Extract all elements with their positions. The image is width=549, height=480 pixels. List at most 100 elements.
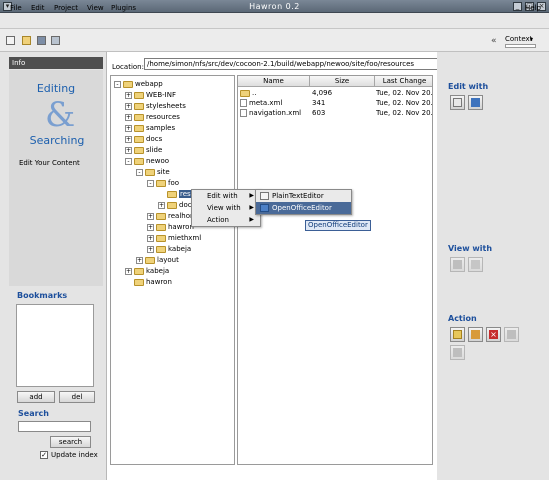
file-row[interactable]: navigation.xml 603 Tue, 02. Nov 20... (238, 109, 432, 119)
folder-icon (134, 124, 144, 132)
file-name: .. (252, 89, 257, 97)
tree-node-label: site (157, 168, 170, 176)
column-header-name[interactable]: Name (238, 76, 310, 87)
collapse-icon[interactable]: - (125, 157, 132, 165)
expand-icon[interactable]: + (136, 256, 143, 264)
tree-node[interactable]: + layout (114, 256, 234, 267)
expand-icon[interactable]: + (147, 212, 154, 220)
minimize-button[interactable]: _ (513, 2, 522, 11)
tree-node[interactable]: - webapp (114, 80, 234, 91)
folder-tree[interactable]: - webapp + WEB-INF + stylesheets + resources + sa… (110, 75, 235, 465)
tree-node[interactable]: hawron (114, 278, 234, 289)
tree-node-label: stylesheets (146, 102, 186, 110)
update-index-checkbox[interactable]: ✓ (40, 451, 48, 459)
action-button-4[interactable] (504, 327, 519, 342)
context-menu: Edit with ▶ View with ▶ Action ▶ (191, 189, 261, 227)
new-file-icon[interactable] (6, 36, 15, 45)
context-back-icon[interactable]: « (491, 36, 497, 46)
tree-node[interactable]: + WEB-INF (114, 91, 234, 102)
submenu-plain-text-editor[interactable]: PlainTextEditor (256, 190, 351, 202)
folder-icon (134, 135, 144, 143)
tree-node[interactable]: + stylesheets (114, 102, 234, 113)
edit-pencil-icon (453, 98, 462, 107)
context-view-with[interactable]: View with ▶ (192, 202, 260, 214)
logo-ampersand: & (45, 95, 76, 135)
expand-icon[interactable]: + (147, 245, 154, 253)
expand-icon[interactable]: + (125, 146, 132, 154)
menu-edit[interactable]: Edit (30, 3, 46, 14)
search-input[interactable] (18, 421, 91, 432)
delete-action-button[interactable]: × (486, 327, 501, 342)
folder-icon (134, 91, 144, 99)
file-size: 603 (312, 109, 326, 117)
tree-node[interactable]: + docs (114, 135, 234, 146)
file-row[interactable]: meta.xml 341 Tue, 02. Nov 20... (238, 99, 433, 109)
tools-icon (453, 348, 462, 357)
action-button-5[interactable] (450, 345, 465, 360)
folder-icon (167, 201, 177, 209)
edit-text-button[interactable] (450, 95, 465, 110)
expand-icon[interactable]: + (125, 267, 132, 275)
expand-icon[interactable]: + (125, 124, 132, 132)
info-header: Info (9, 57, 103, 69)
file-row[interactable]: .. 4,096 Tue, 02. Nov 20... (238, 89, 433, 99)
column-header-size[interactable]: Size (310, 76, 375, 87)
expand-icon[interactable]: + (125, 113, 132, 121)
delete-bookmark-button[interactable]: del (59, 391, 95, 403)
open-folder-icon[interactable] (22, 36, 31, 45)
folder-icon (156, 245, 166, 253)
view-button-1[interactable] (450, 257, 465, 272)
file-date: Tue, 02. Nov 20... (376, 89, 433, 97)
save-icon[interactable] (37, 36, 46, 45)
edit-with-submenu: PlainTextEditor OpenOfficeEditor (255, 189, 352, 215)
file-list[interactable]: Name Size Last Change .. 4,096 Tue, 02. No… (237, 75, 433, 465)
tree-node-label: WEB-INF (146, 91, 176, 99)
view-button-2[interactable] (468, 257, 483, 272)
menu-view[interactable]: View (86, 3, 105, 14)
menu-file[interactable]: File (9, 3, 23, 14)
add-bookmark-button[interactable]: add (17, 391, 55, 403)
folder-icon (134, 102, 144, 110)
search-button[interactable]: search (50, 436, 91, 448)
tree-node[interactable]: + resources (114, 113, 234, 124)
expand-icon[interactable]: + (147, 223, 154, 231)
tree-node[interactable]: + kabeja (114, 267, 234, 278)
expand-icon[interactable]: + (158, 201, 165, 209)
edit-openoffice-button[interactable] (468, 95, 483, 110)
context-edit-with[interactable]: Edit with ▶ (192, 190, 260, 202)
tree-node[interactable]: + samples (114, 124, 234, 135)
tree-node[interactable]: + miethxml (114, 234, 234, 245)
context-dropdown-icon[interactable]: ▾ (530, 36, 533, 43)
bookmarks-list[interactable] (16, 304, 94, 387)
update-index-label: Update index (51, 451, 98, 459)
folder-icon (134, 157, 144, 165)
document-icon (507, 330, 516, 339)
menu-help[interactable]: Help (524, 3, 542, 14)
collapse-icon[interactable]: - (147, 179, 154, 187)
collapse-icon[interactable]: - (136, 168, 143, 176)
new-folder-action-button[interactable] (450, 327, 465, 342)
context-action[interactable]: Action ▶ (192, 214, 260, 226)
file-date: Tue, 02. Nov 20... (376, 99, 433, 107)
collapse-icon[interactable]: - (114, 80, 121, 88)
submenu-openoffice-editor[interactable]: OpenOfficeEditor (256, 202, 351, 214)
expand-icon[interactable]: + (147, 234, 154, 242)
tree-node[interactable]: - newoo (114, 157, 234, 168)
logo-editing: Editing (36, 82, 76, 95)
expand-icon[interactable]: + (125, 135, 132, 143)
rename-action-button[interactable] (468, 327, 483, 342)
expand-icon[interactable]: + (125, 91, 132, 99)
tooltip: OpenOfficeEditor (305, 220, 371, 231)
save-all-icon[interactable] (51, 36, 60, 45)
tree-node[interactable]: + slide (114, 146, 234, 157)
menu-project[interactable]: Project (53, 3, 79, 14)
tree-node-label: layout (157, 256, 179, 264)
folder-icon (156, 212, 166, 220)
menu-plugins[interactable]: Plugins (110, 3, 137, 14)
tree-node[interactable]: - site (114, 168, 234, 179)
column-header-last-change[interactable]: Last Change (375, 76, 432, 87)
expand-icon[interactable]: + (125, 102, 132, 110)
context-select[interactable] (505, 44, 536, 48)
folder-icon (134, 267, 144, 275)
tree-node[interactable]: + kabeja (114, 245, 234, 256)
